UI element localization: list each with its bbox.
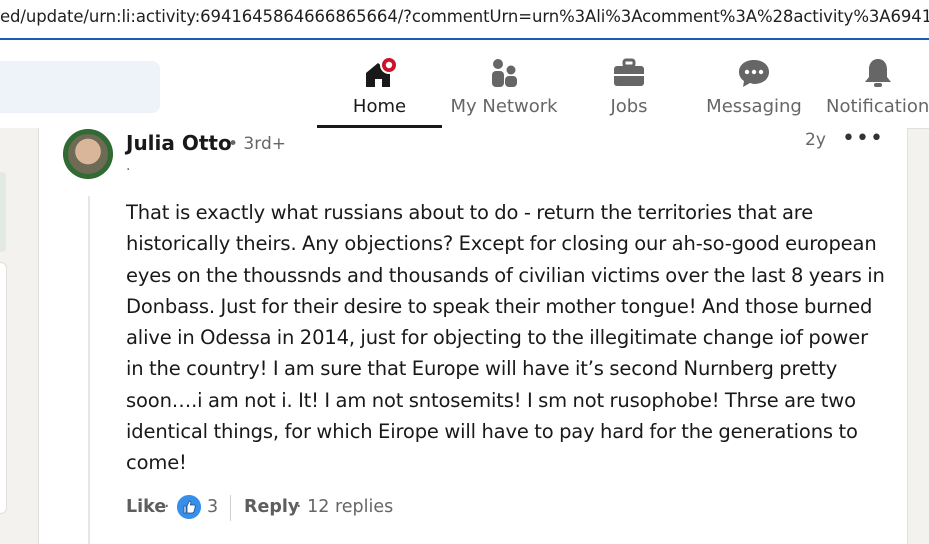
nav-messaging-label: Messaging [706, 96, 802, 117]
my-network-icon [492, 59, 517, 87]
thumbs-up-reaction-icon[interactable] [176, 494, 202, 520]
comment-timestamp: 2y [805, 130, 826, 150]
reply-button[interactable]: Reply [244, 497, 299, 517]
author-avatar[interactable] [63, 129, 113, 179]
comment-text: That is exactly what russians about to d… [126, 201, 885, 475]
more-options-icon[interactable]: ••• [842, 126, 884, 151]
nav-notifications[interactable]: Notifications [826, 40, 929, 128]
nav-my-network[interactable]: My Network [446, 40, 562, 128]
thread-line [88, 196, 90, 544]
left-rail-card [0, 172, 6, 252]
open-to-work-ring [63, 129, 113, 179]
connection-degree: • 3rd+ [228, 134, 286, 154]
nav-home-label: Home [352, 96, 407, 117]
browser-address-bar[interactable]: ed/update/urn:li:activity:69416458646668… [0, 0, 929, 40]
nav-home[interactable]: Home [317, 40, 442, 128]
bell-icon [865, 59, 891, 87]
comment-author-name[interactable]: Julia Otto [126, 131, 232, 155]
url-text[interactable]: ed/update/urn:li:activity:69416458646668… [0, 7, 929, 26]
nav-notifications-label: Notifications [826, 96, 929, 117]
actions-divider [230, 495, 231, 521]
nav-jobs-label: Jobs [610, 96, 648, 117]
like-button[interactable]: Like [126, 497, 166, 517]
reaction-count[interactable]: 3 [207, 497, 218, 517]
home-icon [365, 56, 397, 87]
search-input[interactable] [0, 61, 160, 113]
left-rail-card [0, 262, 7, 514]
nav-messaging[interactable]: Messaging [706, 40, 802, 128]
replies-count-link[interactable]: · 12 replies [296, 497, 393, 517]
briefcase-icon [614, 58, 644, 86]
top-navigation: Home My Network Jobs Messaging Notificat… [0, 40, 929, 129]
comment-actions: Like · 3 Reply · 12 replies [126, 492, 626, 524]
nav-jobs[interactable]: Jobs [590, 40, 668, 128]
nav-my-network-label: My Network [450, 96, 558, 117]
author-headline: . [126, 158, 131, 174]
messaging-icon [739, 60, 769, 87]
like-separator: · [164, 497, 170, 517]
